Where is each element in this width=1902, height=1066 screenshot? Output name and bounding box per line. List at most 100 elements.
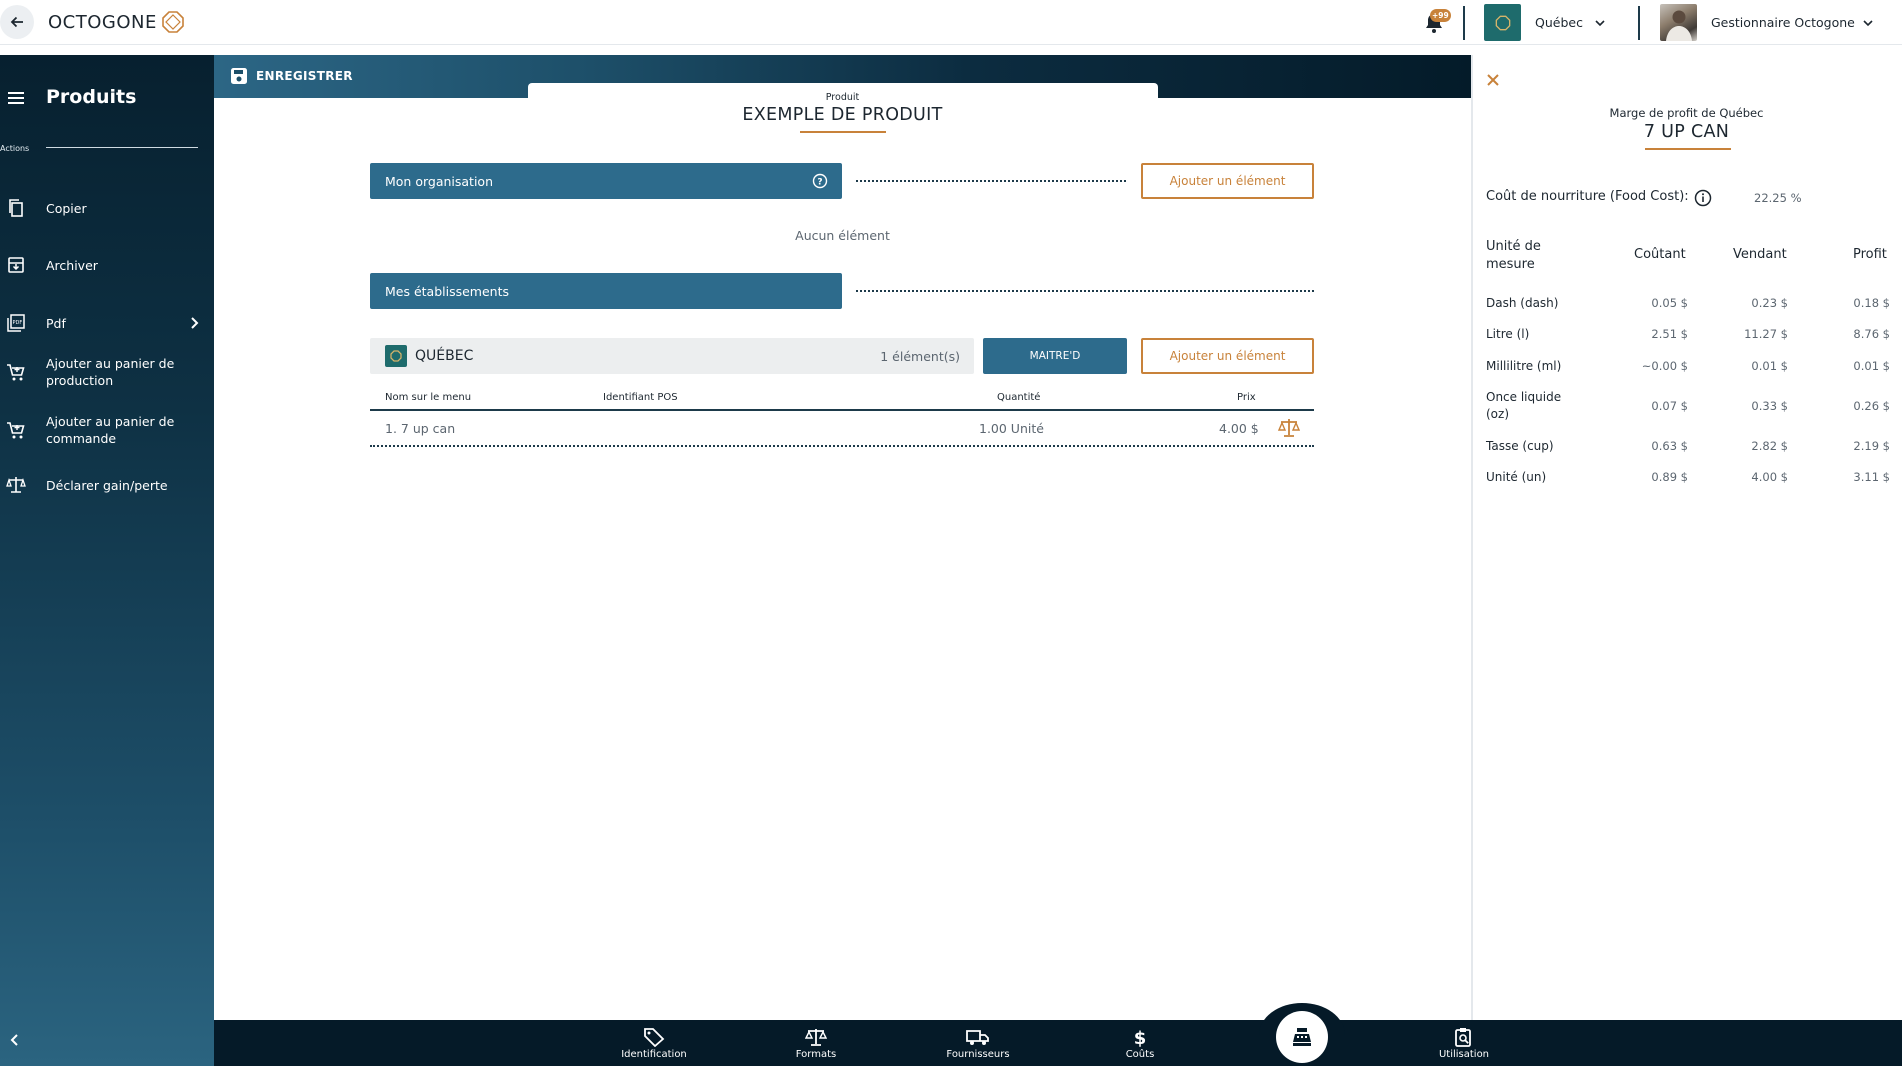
- add-establishment-element-button[interactable]: Ajouter un élément: [1141, 338, 1314, 374]
- dotted-separator: [370, 445, 1314, 447]
- dollar-icon: $: [1134, 1028, 1147, 1047]
- divider: [1463, 6, 1465, 40]
- cost-cell: 0.07 $: [1651, 399, 1688, 413]
- nav-couts[interactable]: $ Coûts: [1090, 1027, 1190, 1060]
- unit-cell: Once liquide (oz): [1486, 390, 1562, 421]
- unit-cell: Dash (dash): [1486, 296, 1559, 310]
- sidebar-item-label: Pdf: [46, 315, 66, 331]
- nav-utilisation[interactable]: Utilisation: [1414, 1027, 1514, 1060]
- svg-text:?: ?: [817, 178, 822, 188]
- arrow-left-icon: [10, 16, 23, 28]
- sidebar-item-label: Ajouter au panier de production: [46, 356, 175, 388]
- organisation-section-header: Mon organisation ?: [370, 163, 842, 199]
- sidebar-item-gain-loss[interactable]: Déclarer gain/perte: [0, 474, 214, 496]
- profit-cell: 0.01 $: [1853, 359, 1890, 373]
- dotted-separator: [856, 290, 1314, 292]
- help-icon[interactable]: ?: [812, 173, 828, 189]
- user-menu[interactable]: Gestionnaire Octogone: [1660, 4, 1875, 41]
- chevron-down-icon: [1863, 19, 1873, 26]
- pos-maitred-button[interactable]: MAITRE'D: [983, 338, 1127, 374]
- profit-cell: 0.18 $: [1853, 296, 1890, 310]
- octogone-logo-icon: [1495, 15, 1510, 30]
- unit-cell: Unité (un): [1486, 470, 1547, 484]
- logo[interactable]: OCTOGONE: [48, 10, 185, 34]
- chevron-left-icon[interactable]: [8, 1033, 22, 1047]
- column-header-unit: Unité de mesure: [1486, 239, 1541, 272]
- logo-text: OCTOGONE: [48, 11, 157, 33]
- site-name: Québec: [1535, 15, 1583, 30]
- title-underline: [800, 131, 886, 133]
- sell-cell: 0.33 $: [1751, 399, 1788, 413]
- profit-cell: 0.26 $: [1853, 399, 1890, 413]
- scale-icon: [5, 474, 27, 496]
- back-button[interactable]: [0, 5, 34, 39]
- nav-identification[interactable]: Identification: [604, 1027, 704, 1060]
- avatar-image-icon: [1666, 10, 1692, 41]
- nav-fournisseurs[interactable]: Fournisseurs: [928, 1027, 1028, 1060]
- sidebar-item-archiver[interactable]: Archiver: [0, 254, 214, 276]
- column-header-sell: Vendant: [1733, 247, 1787, 262]
- archive-icon: [5, 254, 27, 276]
- sidebar-item-production-cart[interactable]: Ajouter au panier de production: [0, 355, 214, 389]
- nav-label: Fournisseurs: [946, 1049, 1010, 1060]
- sell-cell: 0.01 $: [1751, 359, 1788, 373]
- cost-cell: 0.89 $: [1651, 470, 1688, 484]
- cost-cell: 2.51 $: [1651, 327, 1688, 341]
- scale-icon[interactable]: [1278, 417, 1300, 439]
- table-header-divider: [370, 409, 1314, 411]
- product-kicker: Produit: [825, 92, 860, 103]
- column-header-cost: Coûtant: [1634, 247, 1686, 262]
- divider: [46, 147, 198, 148]
- unit-cell: Tasse (cup): [1486, 439, 1554, 453]
- nav-point-of-sale[interactable]: [1276, 1011, 1328, 1063]
- sidebar: Produits Actions Copier Archiver PDF Pdf…: [0, 55, 214, 1066]
- column-header-profit: Profit: [1853, 247, 1887, 262]
- info-icon[interactable]: [1694, 189, 1712, 207]
- margin-panel-product: 7 UP CAN: [1643, 122, 1730, 142]
- establishment-row[interactable]: QUÉBEC 1 élément(s): [370, 338, 974, 374]
- sidebar-item-label: Déclarer gain/perte: [46, 477, 168, 493]
- octogone-logo-icon: [162, 11, 184, 33]
- sidebar-item-pdf[interactable]: PDF Pdf: [0, 312, 214, 334]
- nav-formats[interactable]: Formats: [766, 1027, 866, 1060]
- profit-cell: 8.76 $: [1853, 327, 1890, 341]
- scale-icon: [805, 1029, 827, 1046]
- save-button[interactable]: ENREGISTRER: [230, 67, 353, 85]
- octogone-logo-icon: [390, 350, 402, 362]
- title-underline: [1645, 148, 1731, 150]
- chevron-down-icon: [1595, 19, 1605, 26]
- avatar: [1660, 4, 1697, 41]
- site-selector[interactable]: Québec: [1484, 4, 1607, 41]
- pdf-icon: PDF: [5, 312, 27, 334]
- tag-icon: [644, 1028, 665, 1047]
- svg-text:PDF: PDF: [13, 320, 23, 326]
- sidebar-item-label: Copier: [46, 200, 87, 216]
- cash-register-icon: [1293, 1028, 1311, 1046]
- column-header-pos-id: Identifiant POS: [603, 392, 678, 403]
- cart-icon: [5, 419, 27, 441]
- add-organisation-element-button[interactable]: Ajouter un élément: [1141, 163, 1314, 199]
- food-cost-value: 22.25 %: [1754, 191, 1802, 205]
- divider: [1638, 6, 1640, 40]
- user-name: Gestionnaire Octogone: [1711, 15, 1855, 30]
- establishments-section-header: Mes établissements: [370, 273, 842, 309]
- page-title: EXEMPLE DE PRODUIT: [742, 105, 943, 125]
- sidebar-item-label: Ajouter au panier de commande: [46, 414, 175, 446]
- column-header-price: Prix: [1237, 392, 1256, 403]
- site-logo: [385, 345, 407, 367]
- column-header-quantity: Quantité: [997, 392, 1041, 403]
- clipboard-search-icon: [1455, 1028, 1471, 1047]
- unit-cell: Litre (l): [1486, 327, 1530, 341]
- nav-label: Formats: [795, 1049, 837, 1060]
- quantity-cell: 1.00 Unité: [979, 421, 1044, 436]
- food-cost-label: Coût de nourriture (Food Cost):: [1486, 189, 1689, 204]
- sell-cell: 2.82 $: [1751, 439, 1788, 453]
- cost-cell: 0.63 $: [1651, 439, 1688, 453]
- establishment-name: QUÉBEC: [415, 348, 474, 364]
- bottom-nav: [214, 1020, 1902, 1066]
- close-icon[interactable]: [1485, 72, 1501, 88]
- sidebar-item-copier[interactable]: Copier: [0, 197, 214, 219]
- sidebar-item-order-cart[interactable]: Ajouter au panier de commande: [0, 413, 214, 447]
- site-logo: [1484, 4, 1521, 41]
- menu-name-cell: 1. 7 up can: [385, 421, 456, 436]
